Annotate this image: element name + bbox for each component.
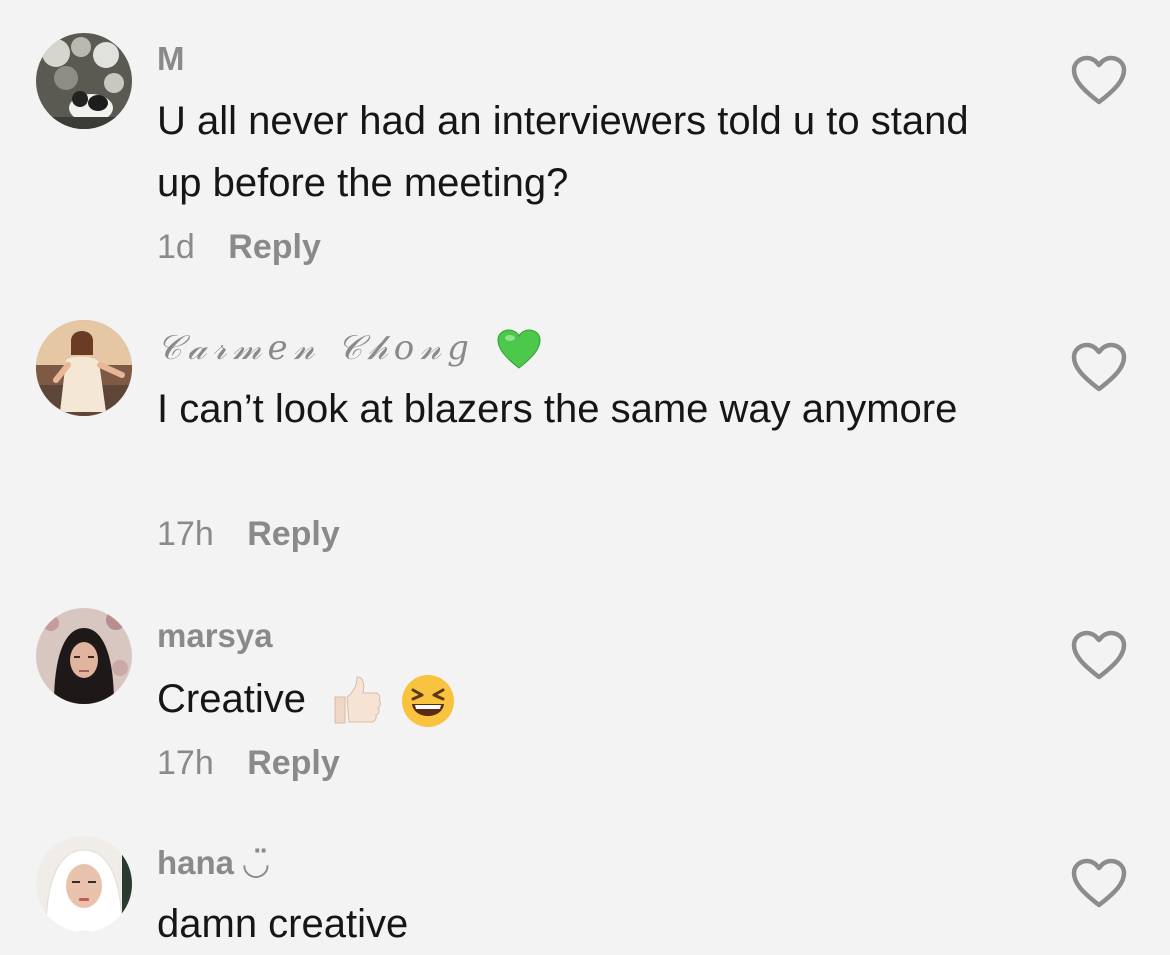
avatar-photo-hana bbox=[36, 836, 132, 932]
comment-time: 17h bbox=[157, 744, 214, 782]
heart-outline-icon[interactable] bbox=[1070, 630, 1128, 682]
avatar[interactable] bbox=[36, 608, 132, 704]
heart-outline-icon[interactable] bbox=[1070, 858, 1128, 910]
grinning-squinting-face-icon bbox=[402, 675, 455, 728]
comment-item: 𝒞𝒶𝓇𝓂𝑒𝓃 𝒞𝒽𝑜𝓃𝑔 I can’t look at blazers the… bbox=[0, 290, 1170, 580]
avatar[interactable] bbox=[36, 33, 132, 129]
comment-item: M U all never had an interviewers told u… bbox=[0, 0, 1170, 290]
reply-button[interactable]: Reply bbox=[247, 744, 340, 782]
comment-username[interactable]: marsya bbox=[157, 617, 273, 655]
comment-username[interactable]: 𝒞𝒶𝓇𝓂𝑒𝓃 𝒞𝒽𝑜𝓃𝑔 bbox=[157, 328, 542, 372]
reply-button[interactable]: Reply bbox=[247, 515, 340, 553]
username-text: 𝒞𝒶𝓇𝓂𝑒𝓃 𝒞𝒽𝑜𝓃𝑔 bbox=[157, 328, 475, 368]
comment-text: damn creative bbox=[157, 902, 409, 946]
thumbs-up-icon bbox=[334, 676, 381, 724]
avatar[interactable] bbox=[36, 320, 132, 416]
comment-text: Creative bbox=[157, 668, 1017, 730]
comment-meta: 17h Reply bbox=[157, 515, 340, 554]
comment-username[interactable]: M bbox=[157, 40, 185, 78]
comment-username[interactable]: hana ◡̈ bbox=[157, 843, 269, 882]
heart-outline-icon[interactable] bbox=[1070, 55, 1128, 107]
comment-item: marsya Creative 17h Reply bbox=[0, 580, 1170, 810]
avatar-photo-woman-sunset bbox=[36, 320, 132, 416]
avatar-photo-hijab bbox=[36, 608, 132, 704]
green-heart-icon bbox=[497, 329, 541, 369]
comment-text-body: Creative bbox=[157, 677, 306, 721]
heart-outline-icon[interactable] bbox=[1070, 342, 1128, 394]
comment-text: U all never had an interviewers told u t… bbox=[157, 99, 969, 205]
reply-button[interactable]: Reply bbox=[228, 228, 321, 266]
comment-meta: 17h Reply bbox=[157, 744, 340, 783]
comment-time: 17h bbox=[157, 515, 214, 553]
avatar[interactable] bbox=[36, 836, 132, 932]
comment-item: hana ◡̈ damn creative bbox=[0, 810, 1170, 954]
comment-text: I can’t look at blazers the same way any… bbox=[157, 387, 958, 431]
comment-time: 1d bbox=[157, 228, 195, 266]
comment-meta: 1d Reply bbox=[157, 228, 321, 267]
avatar-photo-cat bbox=[36, 33, 132, 129]
